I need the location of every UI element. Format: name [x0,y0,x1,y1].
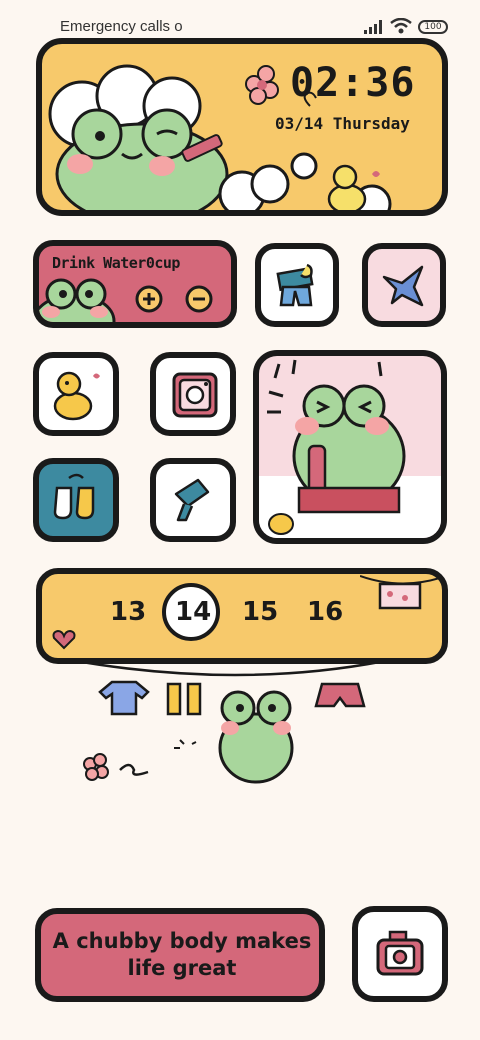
camera-app-icon[interactable] [150,352,236,436]
brush-app-icon[interactable] [150,458,236,542]
signal-icon [364,20,382,34]
socks-app-icon[interactable] [33,458,119,542]
frog-peek-illustration [39,278,116,322]
frog-shower-widget[interactable] [253,350,447,544]
battery-icon: 100 [418,20,448,34]
plus-icon[interactable] [134,284,164,314]
brush-icon [174,478,210,522]
bird-icon [382,265,424,307]
flower-icon [83,753,149,781]
camera-icon [172,372,218,418]
clothes-app-icon[interactable] [255,243,339,327]
clock-date: 03/14 Thursday [275,114,410,133]
socks-icon [53,473,95,520]
calendar-day-15[interactable]: 15 [242,597,278,627]
calendar-day-14[interactable]: 14 [175,597,211,627]
frog-shower-illustration [259,359,441,538]
minus-icon[interactable] [184,284,214,314]
bird-app-icon[interactable] [362,243,446,327]
status-bar: Emergency calls o 100 [0,0,480,40]
status-carrier-text: Emergency calls o [60,18,183,35]
calendar-day-13[interactable]: 13 [110,597,146,627]
duck-icon [53,371,100,421]
clock-time: 02:36 [290,60,416,106]
duck-app-icon[interactable] [33,352,119,436]
camera-icon [376,930,424,976]
wifi-icon [390,18,412,34]
clothes-icon [276,263,314,307]
camera-shortcut-icon[interactable] [352,906,448,1002]
water-widget-title: Drink Water0cup [52,254,180,272]
quote-text: A chubby body makes life great [52,929,312,980]
hanging-shorts-icon [360,575,440,610]
calendar-day-16[interactable]: 16 [307,597,343,627]
